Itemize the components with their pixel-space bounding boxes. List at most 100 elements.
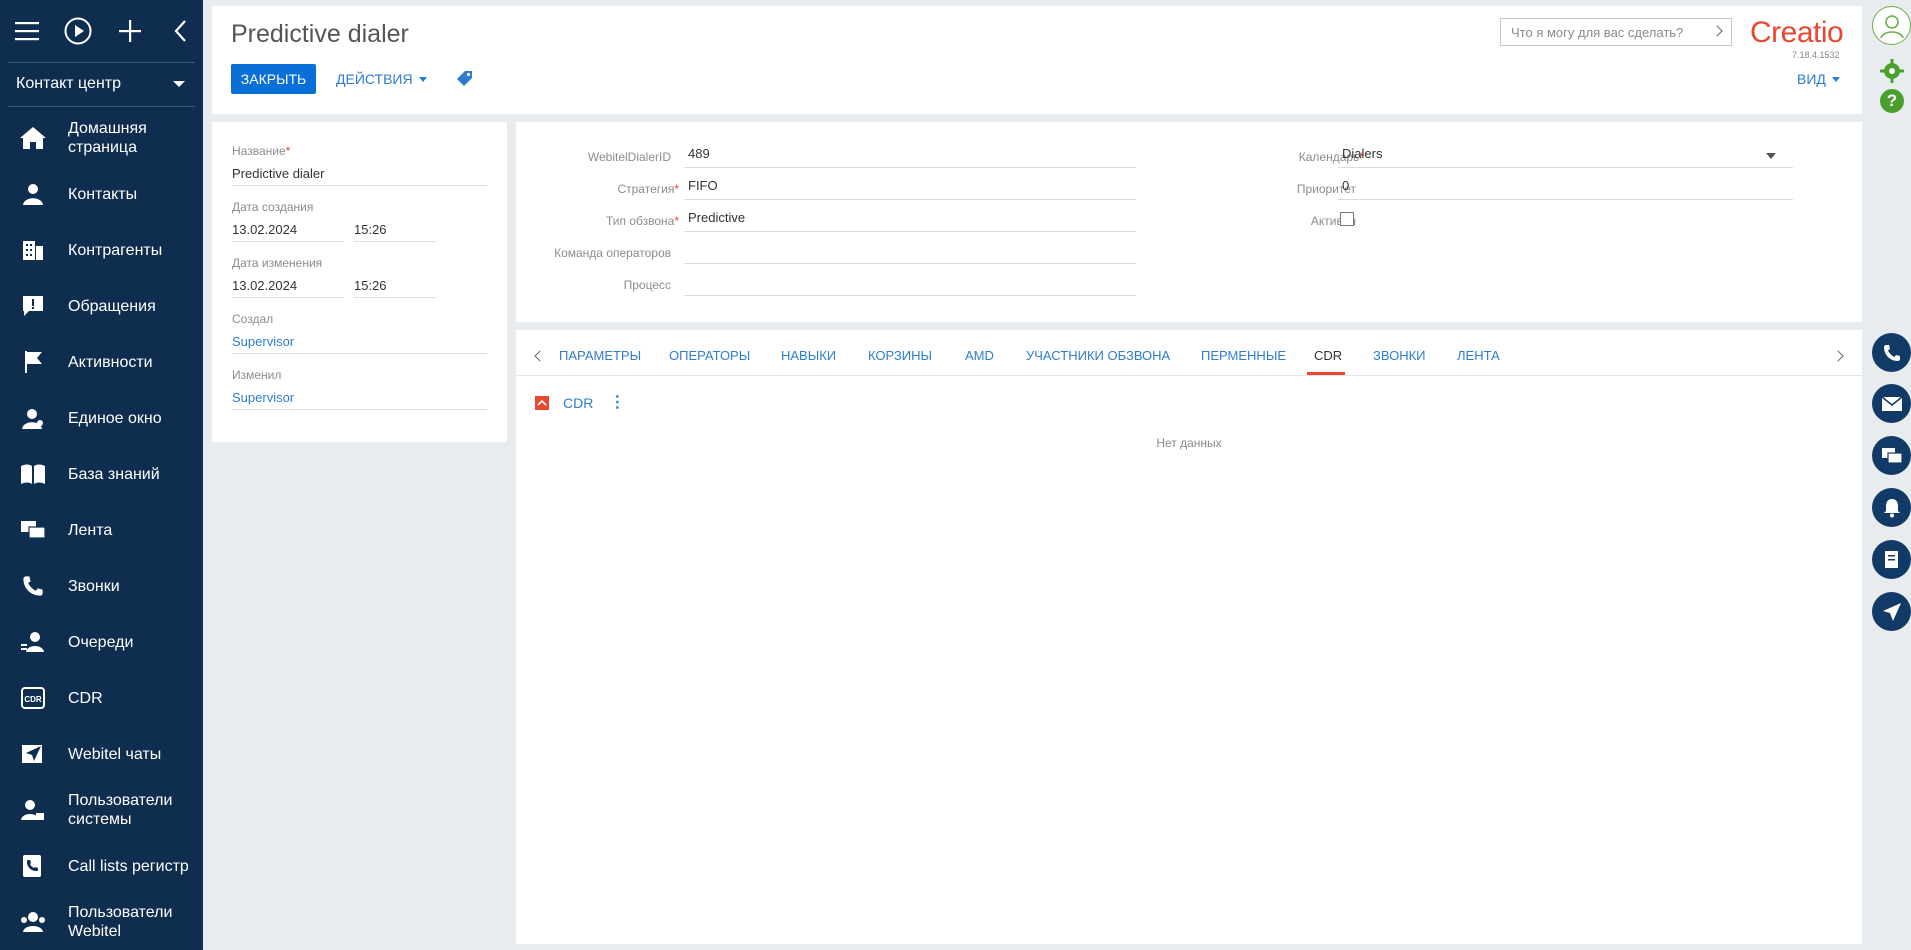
dialer-id-field[interactable]: 489	[684, 146, 1136, 168]
sidebar-item-label: База знаний	[68, 466, 160, 483]
sidebar-item-label: Единое окно	[68, 410, 162, 427]
sidebar-item[interactable]: Call lists регистр	[0, 846, 203, 886]
alert-icon	[18, 291, 48, 321]
name-field[interactable]: Predictive dialer	[232, 166, 487, 186]
sidebar-item[interactable]: Очереди	[0, 622, 203, 662]
tab-cdr[interactable]: CDR	[1314, 348, 1342, 363]
sidebar-item-label: CDR	[68, 690, 103, 707]
sidebar-item-label: Контрагенты	[68, 242, 163, 259]
sidebar-item-label: Webitel чаты	[68, 746, 162, 763]
sidebar-item-label: Активности	[68, 354, 153, 371]
creatio-logo: Creatio	[1750, 16, 1844, 49]
sidebar-item[interactable]: Единое окно	[0, 398, 203, 438]
sidebar-item-label: Пользователи системы	[68, 792, 173, 828]
tab-навыки[interactable]: НАВЫКИ	[781, 348, 836, 363]
flag-icon	[18, 347, 48, 377]
sidebar-item-label: Лента	[68, 522, 113, 539]
page-header: Predictive dialer ЗАКРЫТЬ ДЕЙСТВИЯ Что я…	[212, 6, 1862, 114]
chat-icon[interactable]	[1872, 436, 1911, 475]
tab-лента[interactable]: ЛЕНТА	[1457, 348, 1500, 363]
page-title: Predictive dialer	[231, 20, 409, 48]
priority-field[interactable]: 0	[1338, 178, 1793, 200]
created-by-link[interactable]: Supervisor	[232, 334, 487, 354]
document-icon[interactable]	[1872, 540, 1911, 579]
call-list-icon	[18, 851, 48, 881]
gear-icon[interactable]	[1880, 59, 1904, 88]
priority-label: Приоритет	[1296, 182, 1356, 196]
detail-title[interactable]: CDR	[563, 395, 593, 411]
tab-участники-обзвона[interactable]: УЧАСТНИКИ ОБЗВОНА	[1026, 348, 1170, 363]
sidebar-item-label: Звонки	[68, 578, 120, 595]
tab-звонки[interactable]: ЗВОНКИ	[1373, 348, 1426, 363]
tab-параметры[interactable]: ПАРАМЕТРЫ	[559, 348, 641, 363]
calendar-select[interactable]: Dialers	[1338, 146, 1793, 168]
empty-state-text: Нет данных	[1156, 436, 1222, 450]
user-lock-icon	[18, 795, 48, 825]
chevron-down-icon[interactable]	[1766, 153, 1776, 159]
sidebar-item-label: Очереди	[68, 634, 134, 651]
sidebar-item[interactable]: Звонки	[0, 566, 203, 606]
close-button[interactable]: ЗАКРЫТЬ	[231, 64, 316, 94]
version-label: 7.18.4.1532	[1792, 50, 1840, 60]
chevron-right-icon[interactable]	[1711, 25, 1723, 37]
sidebar: Контакт центр Домашняя страница Контакты К…	[0, 0, 203, 950]
chevron-right-icon[interactable]	[1832, 350, 1844, 362]
strategy-field[interactable]: FIFO	[684, 178, 1136, 200]
avatar-icon[interactable]	[1872, 6, 1911, 45]
created-date-field: 13.02.2024	[232, 222, 344, 242]
users-icon	[18, 907, 48, 937]
tab-amd[interactable]: AMD	[965, 348, 994, 363]
active-checkbox[interactable]	[1340, 212, 1354, 226]
strategy-label: Стратегия*	[617, 182, 679, 196]
help-icon[interactable]: ?	[1880, 89, 1904, 113]
collapse-sidebar-icon[interactable]	[166, 16, 196, 46]
chevron-left-icon[interactable]	[534, 350, 546, 362]
created-date-label: Дата создания	[232, 200, 314, 214]
sidebar-item[interactable]: База знаний	[0, 454, 203, 494]
process-label: Процесс	[623, 278, 671, 292]
sidebar-item[interactable]: Активности	[0, 342, 203, 382]
sidebar-item[interactable]: Пользователи системы	[0, 790, 203, 830]
command-search-input[interactable]: Что я могу для вас сделать?	[1500, 18, 1732, 46]
divider	[8, 62, 195, 63]
chevron-down-icon	[173, 81, 185, 87]
sidebar-item[interactable]: Контрагенты	[0, 230, 203, 270]
sidebar-item[interactable]: Пользователи Webitel	[0, 902, 203, 942]
sidebar-item[interactable]: Домашняя страница	[0, 118, 203, 158]
sidebar-item[interactable]: Контакты	[0, 174, 203, 214]
actions-label: ДЕЙСТВИЯ	[336, 71, 413, 87]
phone-icon[interactable]	[1872, 333, 1911, 372]
actions-button[interactable]: ДЕЙСТВИЯ	[336, 64, 427, 94]
operators-team-field[interactable]	[684, 242, 1136, 264]
workplace-selector[interactable]: Контакт центр	[0, 66, 203, 102]
bell-icon[interactable]	[1872, 488, 1911, 527]
sidebar-item-label: Домашняя страница	[68, 120, 147, 156]
tab-операторы[interactable]: ОПЕРАТОРЫ	[669, 348, 750, 363]
queue-icon	[18, 627, 48, 657]
menu-icon[interactable]	[12, 16, 42, 46]
plus-icon[interactable]	[115, 16, 145, 46]
mail-icon[interactable]	[1872, 384, 1911, 423]
sidebar-item[interactable]: Обращения	[0, 286, 203, 326]
cdr-icon: CDR	[18, 683, 48, 713]
sidebar-item[interactable]: Webitel чаты	[0, 734, 203, 774]
play-icon[interactable]	[63, 16, 93, 46]
search-placeholder: Что я могу для вас сделать?	[1511, 24, 1684, 40]
active-tab-indicator	[1307, 372, 1345, 375]
process-field[interactable]	[684, 274, 1136, 296]
send-icon[interactable]	[1872, 592, 1911, 631]
dial-type-field[interactable]: Predictive	[684, 210, 1136, 232]
dialer-id-label: WebitelDialerID	[587, 150, 671, 164]
sidebar-item[interactable]: Лента	[0, 510, 203, 550]
more-options-icon[interactable]: ⋮	[609, 395, 625, 411]
tab-перменные[interactable]: ПЕРМЕННЫЕ	[1201, 348, 1286, 363]
tag-icon[interactable]	[456, 69, 476, 89]
modified-by-link[interactable]: Supervisor	[232, 390, 487, 410]
sidebar-item[interactable]: CDR CDR	[0, 678, 203, 718]
tab-корзины[interactable]: КОРЗИНЫ	[868, 348, 932, 363]
view-button[interactable]: ВИД	[1797, 64, 1840, 94]
record-info-panel: Название* Predictive dialer Дата создани…	[212, 122, 507, 442]
home-icon	[18, 123, 48, 153]
collapse-icon[interactable]	[535, 396, 549, 410]
svg-text:CDR: CDR	[24, 695, 42, 704]
